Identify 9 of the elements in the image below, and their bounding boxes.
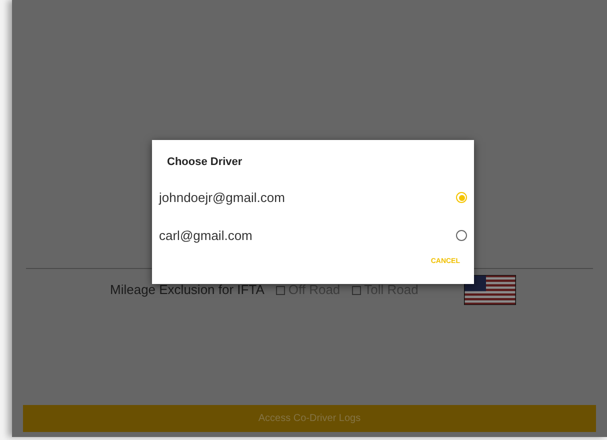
driver-option[interactable]: carl@gmail.com (152, 216, 474, 254)
dialog-title: Choose Driver (167, 155, 244, 170)
mileage-exclusion-label: Mileage Exclusion for IFTA (110, 281, 264, 300)
checkbox[interactable] (352, 286, 362, 294)
radio-button[interactable] (456, 230, 467, 241)
checkbox[interactable] (276, 286, 286, 294)
driver-option[interactable]: johndoejr@gmail.com (152, 178, 474, 216)
access-co-driver-logs-button[interactable]: Access Co-Driver Logs (23, 405, 596, 432)
flag-icon (464, 275, 516, 305)
